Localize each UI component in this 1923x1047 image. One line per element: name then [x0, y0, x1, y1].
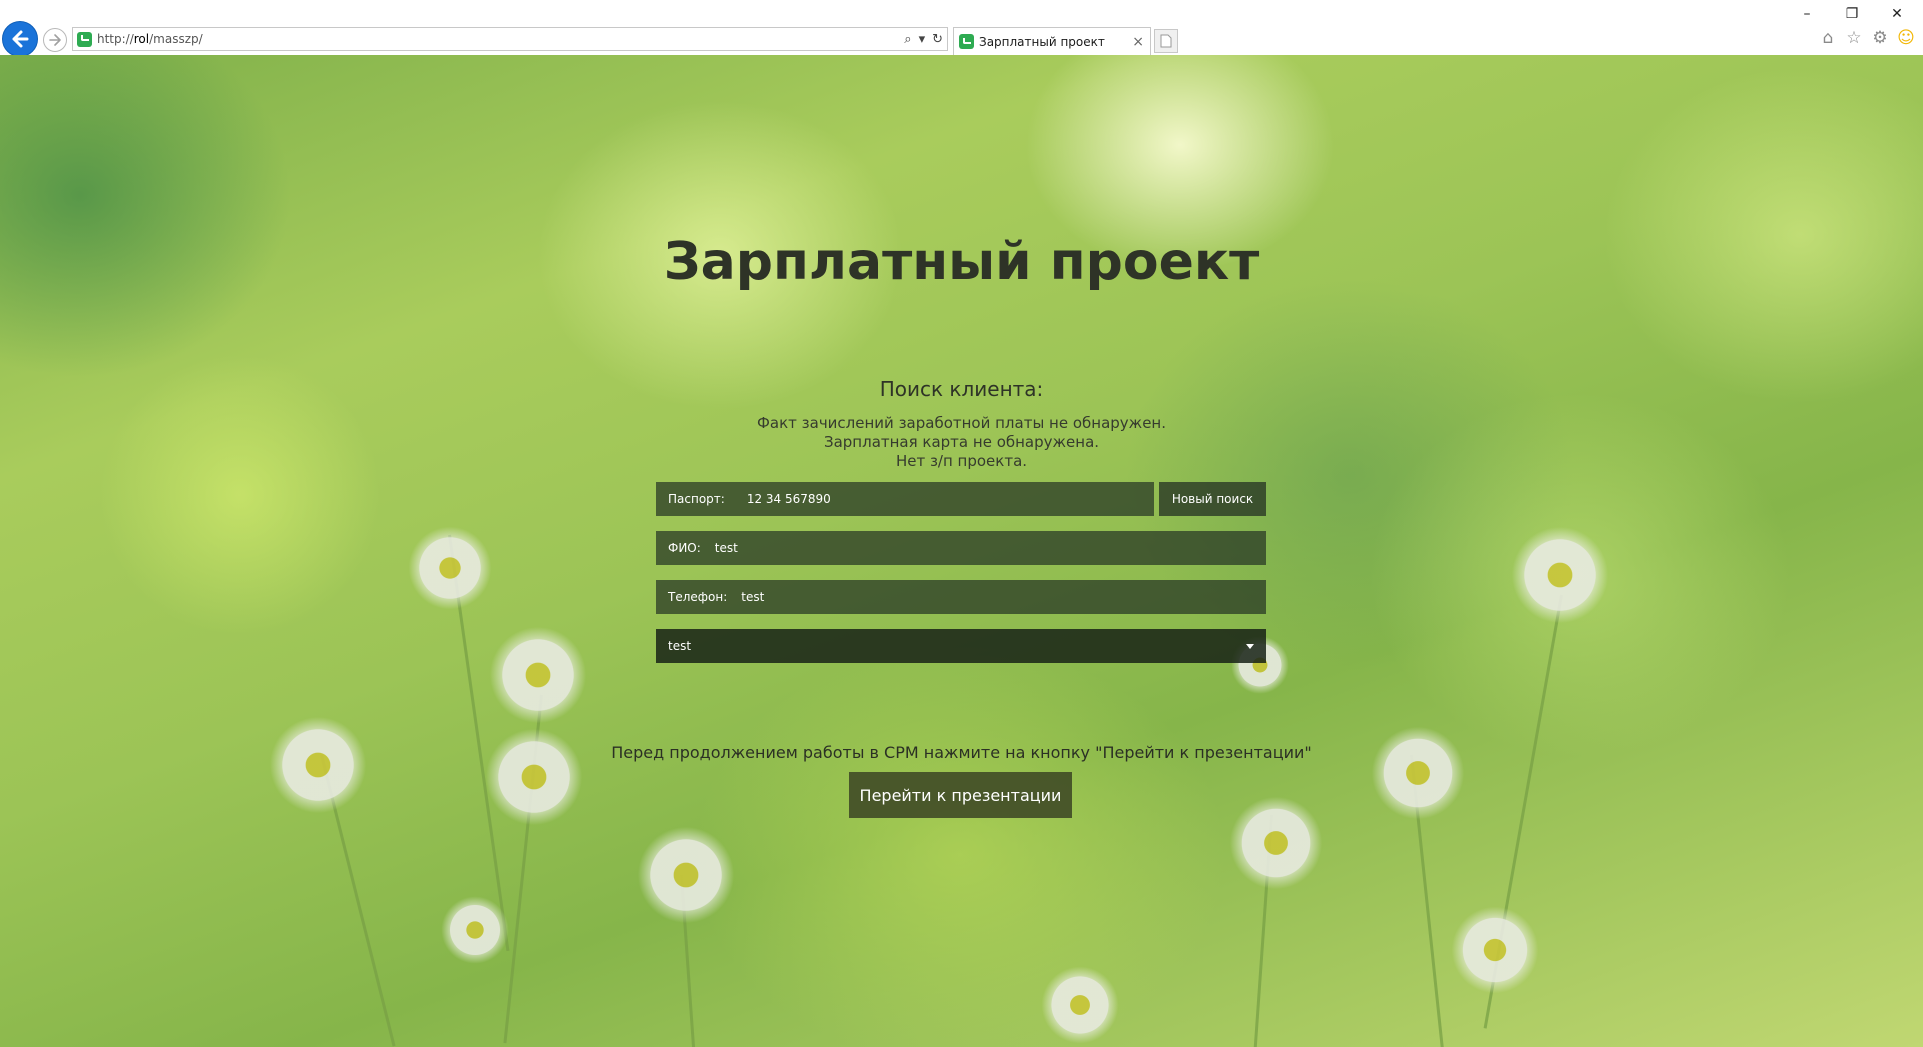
- new-tab-button[interactable]: [1154, 29, 1178, 53]
- passport-row: Паспорт:: [656, 482, 1154, 516]
- status-salary-project: Нет з/п проекта.: [895, 452, 1028, 470]
- favorites-star-icon[interactable]: ☆: [1845, 28, 1863, 48]
- fio-row: ФИО:: [656, 531, 1266, 565]
- address-tools: ⌕ ▾ ↻: [904, 30, 943, 48]
- new-tab-icon: [1160, 34, 1172, 48]
- chevron-down-icon[interactable]: ▾: [919, 32, 926, 47]
- forward-arrow-icon: [49, 34, 61, 46]
- feedback-smiley-icon[interactable]: ☺: [1897, 28, 1915, 48]
- address-bar[interactable]: http://rol/masszp/ ⌕ ▾ ↻: [72, 27, 948, 51]
- status-salary-card: Зарплатная карта не обнаружена.: [823, 433, 1100, 451]
- passport-label: Паспорт:: [668, 492, 725, 506]
- new-search-button[interactable]: Новый поиск: [1159, 482, 1266, 516]
- search-icon[interactable]: ⌕: [904, 32, 911, 47]
- site-favicon-icon: [77, 31, 92, 47]
- restore-button[interactable]: ❐: [1837, 4, 1867, 24]
- go-to-presentation-button[interactable]: Перейти к презентации: [849, 772, 1072, 818]
- tab-favicon-icon: [959, 34, 974, 49]
- client-select[interactable]: test: [656, 629, 1266, 663]
- status-messages: Факт зачислений заработной платы не обна…: [0, 414, 1923, 471]
- close-tab-icon[interactable]: ×: [1132, 34, 1144, 50]
- back-button[interactable]: [2, 21, 38, 57]
- page-title: Зарплатный проект: [663, 232, 1260, 292]
- client-select-value: test: [668, 639, 692, 653]
- close-window-button[interactable]: ✕: [1882, 4, 1912, 24]
- tab-active[interactable]: Зарплатный проект ×: [953, 27, 1151, 55]
- address-url: http://rol/masszp/: [97, 32, 203, 46]
- phone-label: Телефон:: [668, 590, 728, 604]
- passport-input[interactable]: [746, 484, 1154, 514]
- browser-chrome: http://rol/masszp/ ⌕ ▾ ↻ Зарплатный прое…: [0, 0, 1923, 57]
- home-icon[interactable]: ⌂: [1819, 28, 1837, 48]
- refresh-icon[interactable]: ↻: [932, 32, 943, 47]
- back-arrow-icon: [12, 30, 29, 48]
- forward-button[interactable]: [43, 28, 67, 52]
- phone-row: Телефон:: [656, 580, 1266, 614]
- browser-toolbar: ⌂ ☆ ⚙ ☺: [1819, 28, 1915, 48]
- fio-label: ФИО:: [668, 541, 701, 555]
- chevron-down-icon: [1246, 643, 1254, 649]
- fio-input[interactable]: [714, 533, 1266, 563]
- minimize-button[interactable]: –: [1792, 4, 1822, 24]
- status-salary-fact: Факт зачислений заработной платы не обна…: [756, 414, 1166, 432]
- phone-input[interactable]: [741, 582, 1266, 612]
- presentation-notice: Перед продолжением работы в СРМ нажмите …: [611, 743, 1312, 762]
- tab-title: Зарплатный проект: [979, 34, 1105, 49]
- settings-gear-icon[interactable]: ⚙: [1871, 28, 1889, 48]
- search-subtitle: Поиск клиента:: [879, 377, 1044, 401]
